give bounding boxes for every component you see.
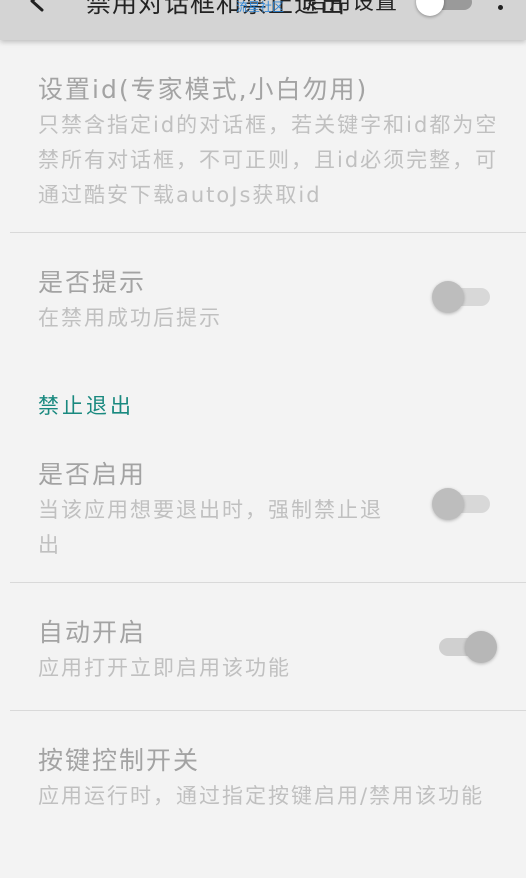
pref-set-id-summary: 只禁含指定id的对话框，若关键字和id都为空禁所有对话框，不可正则，且id必须完… (38, 113, 499, 207)
pref-exit-enable-summary: 当该应用想要退出时，强制禁止退出 (38, 498, 383, 557)
pref-notify-summary: 在禁用成功后提示 (38, 306, 222, 330)
pref-auto-start-summary: 应用打开立即启用该功能 (38, 656, 291, 680)
switch-thumb (416, 0, 444, 16)
enable-settings-switch[interactable] (416, 0, 474, 16)
exit-enable-switch[interactable] (432, 487, 498, 521)
pref-key-control[interactable]: 按键控制开关 应用运行时，通过指定按键启用/禁用该功能 (0, 711, 526, 878)
pref-exit-enable-title: 是否启用 (38, 460, 147, 489)
switch-thumb (432, 488, 464, 520)
pref-set-id[interactable]: 设置id(专家模式,小白勿用) 只禁含指定id的对话框，若关键字和id都为空禁所… (0, 40, 526, 232)
back-arrow-icon[interactable] (22, 0, 52, 16)
pref-notify-title: 是否提示 (38, 268, 147, 297)
switch-thumb (465, 631, 497, 663)
pref-key-control-summary: 应用运行时，通过指定按键启用/禁用该功能 (38, 784, 485, 808)
more-options-icon[interactable] (498, 0, 504, 10)
auto-start-switch[interactable] (431, 630, 497, 664)
watermark-text: 流星社区 (236, 0, 285, 14)
settings-screen: 禁用对话框和禁止退出 流星社区 启用设置 设置id(专家模式,小白勿用) 只禁含… (0, 0, 526, 878)
more-dot (498, 5, 503, 10)
switch-thumb (432, 281, 464, 313)
pref-key-control-title: 按键控制开关 (38, 746, 201, 775)
pref-exit-enable[interactable]: 是否启用 当该应用想要退出时，强制禁止退出 (0, 425, 526, 582)
pref-auto-start[interactable]: 自动开启 应用打开立即启用该功能 (0, 583, 526, 710)
app-toolbar: 禁用对话框和禁止退出 流星社区 启用设置 (0, 0, 526, 40)
notify-switch[interactable] (432, 280, 498, 314)
pref-notify[interactable]: 是否提示 在禁用成功后提示 (0, 233, 526, 363)
enable-settings-label: 启用设置 (306, 0, 399, 15)
pref-auto-start-title: 自动开启 (38, 618, 147, 647)
pref-set-id-title: 设置id(专家模式,小白勿用) (38, 75, 369, 104)
category-exit-header: 禁止退出 (38, 394, 134, 418)
